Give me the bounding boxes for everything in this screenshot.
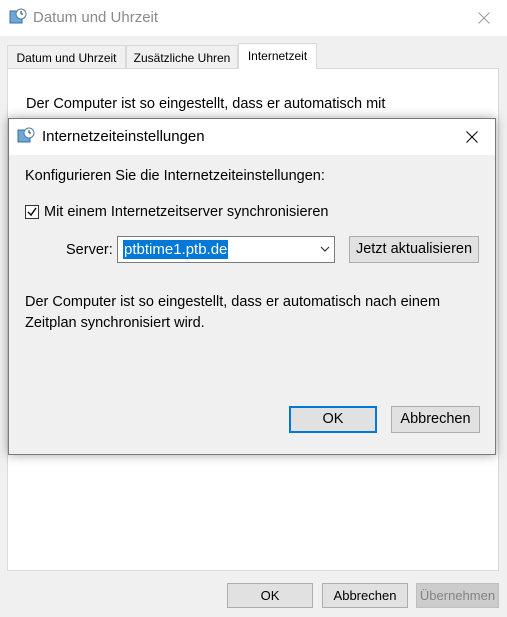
dialog-cancel-button[interactable]: Abbrechen <box>391 406 480 433</box>
update-now-button[interactable]: Jetzt aktualisieren <box>349 236 479 263</box>
cancel-button[interactable]: Abbrechen <box>322 583 408 608</box>
apply-button[interactable]: Übernehmen <box>416 583 499 608</box>
chevron-down-icon[interactable] <box>320 245 330 253</box>
dialog-title: Internetzeiteinstellungen <box>42 128 205 145</box>
server-label: Server: <box>66 242 113 258</box>
internet-time-dialog: Internetzeiteinstellungen Konfigurieren … <box>8 118 496 455</box>
dialog-titlebar: Internetzeiteinstellungen <box>9 119 495 155</box>
dialog-ok-button[interactable]: OK <box>289 406 377 433</box>
parent-title: Datum und Uhrzeit <box>33 9 159 26</box>
parent-titlebar: Datum und Uhrzeit <box>0 0 507 36</box>
dialog-close-button[interactable] <box>449 119 495 155</box>
info-line-2: Zeitplan synchronisiert wird. <box>25 315 205 331</box>
clock-globe-icon <box>9 8 27 24</box>
clock-globe-icon <box>17 127 35 143</box>
sync-checkbox-label[interactable]: Mit einem Internetzeitserver synchronisi… <box>44 204 328 220</box>
dialog-heading: Konfigurieren Sie die Internetzeiteinste… <box>25 168 325 184</box>
server-value[interactable]: ptbtime1.ptb.de <box>123 240 229 259</box>
sync-checkbox[interactable] <box>25 205 39 219</box>
tab-zusaetzliche-uhren[interactable]: Zusätzliche Uhren <box>126 45 238 69</box>
info-line-1: Der Computer ist so eingestellt, dass er… <box>25 294 441 310</box>
panel-status-text: Der Computer ist so eingestellt, dass er… <box>26 96 386 112</box>
server-combobox[interactable]: ptbtime1.ptb.de <box>117 236 335 263</box>
ok-button[interactable]: OK <box>227 583 313 608</box>
tab-datum-und-uhrzeit[interactable]: Datum und Uhrzeit <box>7 45 126 69</box>
close-icon <box>466 131 478 143</box>
tab-internetzeit[interactable]: Internetzeit <box>238 43 317 69</box>
checkmark-icon <box>27 207 37 217</box>
parent-close-button[interactable] <box>461 0 507 36</box>
close-icon <box>478 12 490 24</box>
